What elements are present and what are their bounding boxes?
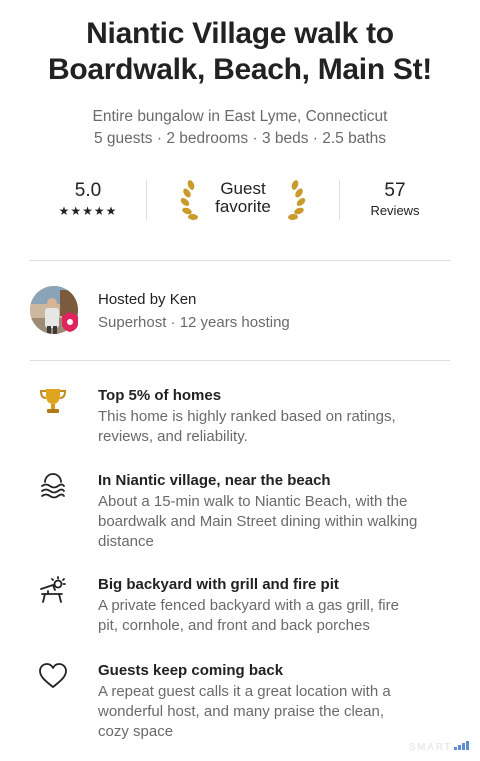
host-subtitle: Superhost · 12 years hosting bbox=[98, 314, 290, 331]
guest-favorite-text: Guest favorite bbox=[147, 180, 339, 216]
highlight-item: Big backyard with grill and fire pit A p… bbox=[30, 575, 450, 641]
highlight-title: In Niantic village, near the beach bbox=[98, 472, 331, 489]
beach-waves-icon bbox=[41, 473, 65, 499]
listing-title-line-1: Niantic Village walk to bbox=[86, 17, 394, 50]
host-title: Hosted by Ken bbox=[98, 291, 197, 308]
backyard-sun-icon bbox=[40, 576, 66, 603]
highlight-description: A repeat guest calls it a great location… bbox=[98, 683, 391, 740]
highlight-title: Guests keep coming back bbox=[98, 662, 284, 679]
reviews-block[interactable]: 57 Reviews bbox=[340, 172, 450, 232]
superhost-badge-icon bbox=[62, 312, 78, 332]
listing-title: Niantic Village walk to Boardwalk, Beach… bbox=[0, 16, 480, 88]
rating-value: 5.0 bbox=[74, 180, 102, 201]
reviews-count: 57 bbox=[384, 180, 406, 201]
host-section[interactable]: Hosted by Ken Superhost · 12 years hosti… bbox=[30, 284, 450, 340]
guest-favorite-line-1: Guest bbox=[220, 179, 266, 198]
heart-icon bbox=[39, 663, 67, 688]
rating-block[interactable]: 5.0 ★★★★★ bbox=[30, 172, 146, 232]
laurel-right-icon bbox=[288, 180, 306, 221]
stats-bar: 5.0 ★★★★★ Guest favorite 57 Reviews bbox=[30, 172, 450, 232]
listing-type: Entire bungalow in East Lyme, Connecticu… bbox=[92, 108, 388, 125]
highlight-title: Big backyard with grill and fire pit bbox=[98, 576, 339, 593]
section-divider bbox=[30, 360, 450, 361]
highlight-description: A private fenced backyard with a gas gri… bbox=[98, 597, 399, 634]
reviews-label: Reviews bbox=[370, 203, 420, 218]
star-rating-icon: ★★★★★ bbox=[58, 204, 118, 218]
watermark-text: SMART bbox=[408, 742, 452, 753]
watermark: SMART bbox=[409, 741, 470, 753]
highlight-item: Top 5% of homes This home is highly rank… bbox=[30, 386, 450, 452]
highlight-title: Top 5% of homes bbox=[98, 387, 222, 404]
trophy-icon bbox=[39, 389, 67, 413]
listing-title-line-2: Boardwalk, Beach, Main St! bbox=[48, 53, 432, 86]
highlight-item: Guests keep coming back A repeat guest c… bbox=[30, 661, 450, 747]
guest-favorite-badge[interactable]: Guest favorite bbox=[147, 172, 339, 232]
listing-details: 5 guests · 2 bedrooms · 3 beds · 2.5 bat… bbox=[93, 130, 387, 147]
guest-favorite-line-2: favorite bbox=[215, 197, 271, 216]
section-divider bbox=[30, 260, 450, 261]
signal-bars-icon bbox=[454, 741, 470, 753]
highlight-description: This home is highly ranked based on rati… bbox=[98, 408, 396, 445]
highlight-description: About a 15-min walk to Niantic Beach, wi… bbox=[98, 493, 418, 550]
highlight-item: In Niantic village, near the beach About… bbox=[30, 471, 450, 557]
listing-subtitle: Entire bungalow in East Lyme, Connecticu… bbox=[0, 106, 480, 150]
